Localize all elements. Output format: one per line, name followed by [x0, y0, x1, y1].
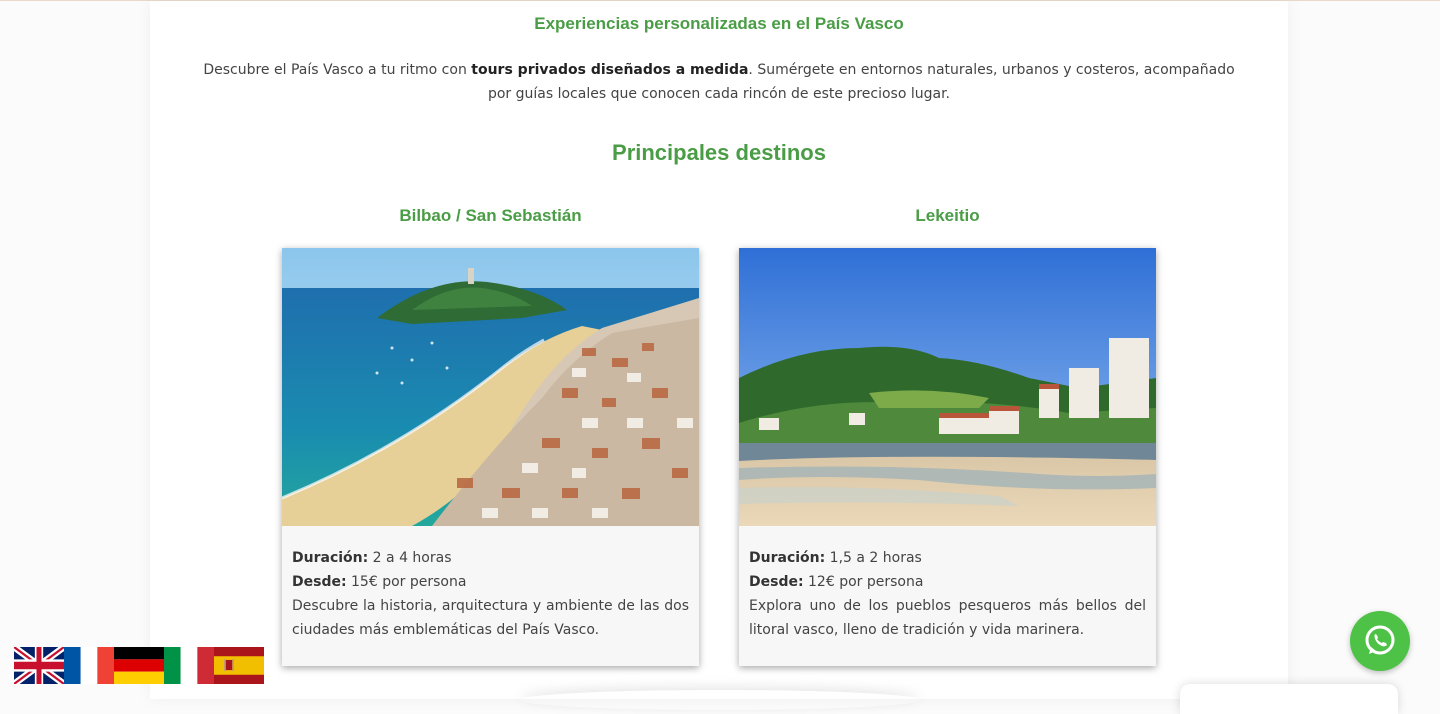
- duration-value: 2 a 4 horas: [368, 550, 452, 566]
- destination-details-bilbao: Duración: 2 a 4 horas Desde: 15€ por per…: [292, 546, 689, 642]
- destination-details-lekeitio: Duración: 1,5 a 2 horas Desde: 12€ por p…: [749, 546, 1146, 642]
- price-label: Desde:: [749, 574, 804, 590]
- page-headline: Experiencias personalizadas en el País V…: [534, 14, 904, 33]
- french-flag-icon[interactable]: [64, 647, 114, 684]
- destination-description: Descubre la historia, arquitectura y amb…: [292, 598, 689, 638]
- san-sebastian-photo: [282, 248, 699, 526]
- lekeitio-photo: [739, 248, 1156, 526]
- duration-value: 1,5 a 2 horas: [825, 550, 922, 566]
- price-label: Desde:: [292, 574, 347, 590]
- intro-paragraph: Descubre el País Vasco a tu ritmo con to…: [195, 58, 1243, 106]
- destination-title-bilbao: Bilbao / San Sebastián: [399, 206, 582, 225]
- destination-title-lekeitio: Lekeitio: [915, 206, 980, 225]
- duration-line: Duración: 2 a 4 horas: [292, 546, 689, 570]
- destination-description: Explora uno de los pueblos pesqueros más…: [749, 598, 1146, 638]
- intro-text-bold: tours privados diseñados a medida: [471, 62, 749, 78]
- bottom-element-shadow: [520, 690, 920, 710]
- duration-label: Duración:: [749, 550, 826, 566]
- price-line: Desde: 15€ por persona: [292, 570, 689, 594]
- spanish-flag-icon[interactable]: [214, 647, 264, 684]
- destination-card-bilbao[interactable]: Duración: 2 a 4 horas Desde: 15€ por per…: [282, 248, 699, 666]
- english-flag-icon[interactable]: [14, 647, 64, 684]
- german-flag-icon[interactable]: [114, 647, 164, 684]
- chat-widget-tab[interactable]: [1180, 684, 1398, 714]
- duration-label: Duración:: [292, 550, 369, 566]
- intro-text-start: Descubre el País Vasco a tu ritmo con: [203, 62, 472, 78]
- price-value: 15€ por persona: [346, 574, 467, 590]
- section-title: Principales destinos: [612, 140, 826, 165]
- price-line: Desde: 12€ por persona: [749, 570, 1146, 594]
- price-value: 12€ por persona: [803, 574, 924, 590]
- italian-flag-icon[interactable]: [164, 647, 214, 684]
- whatsapp-chat-button[interactable]: [1350, 611, 1410, 671]
- whatsapp-icon: [1365, 625, 1395, 655]
- duration-line: Duración: 1,5 a 2 horas: [749, 546, 1146, 570]
- destination-card-lekeitio[interactable]: Duración: 1,5 a 2 horas Desde: 12€ por p…: [739, 248, 1156, 666]
